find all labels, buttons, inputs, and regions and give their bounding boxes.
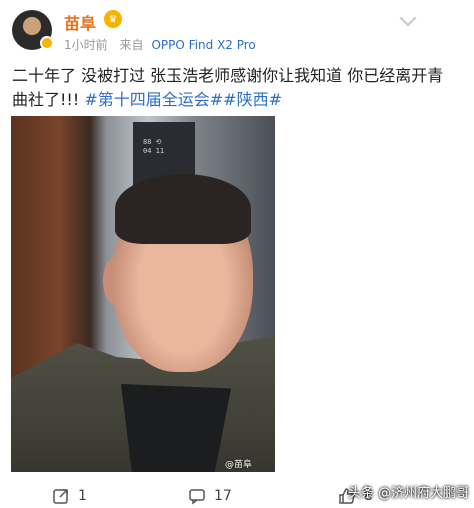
hashtag-shaanxi[interactable]: #陕西# bbox=[223, 90, 282, 109]
hashtag-national-games[interactable]: #第十四届全运会# bbox=[84, 90, 223, 109]
shirt bbox=[121, 384, 231, 472]
photo-watermark: @苗阜 bbox=[225, 460, 253, 470]
repost-button[interactable]: 1 bbox=[52, 487, 87, 505]
post-photo[interactable]: 88 ⟲ 04 11 bbox=[11, 116, 275, 472]
repost-icon bbox=[53, 489, 68, 504]
post-meta: 1小时前 来自 OPPO Find X2 Pro bbox=[64, 36, 264, 53]
hair bbox=[115, 174, 251, 244]
chevron-down-icon[interactable] bbox=[399, 9, 417, 27]
comment-count: 17 bbox=[214, 488, 232, 504]
author-name[interactable]: 苗阜 bbox=[64, 10, 96, 34]
comment-icon bbox=[189, 489, 205, 505]
post-header: 苗阜 ♛ 1小时前 来自 OPPO Find X2 Pro bbox=[0, 0, 474, 60]
comment-button[interactable]: 17 bbox=[188, 487, 232, 505]
repost-count: 1 bbox=[78, 488, 87, 504]
elevator-panel-text: 88 ⟲ 04 11 bbox=[143, 138, 165, 155]
post-time: 1小时前 bbox=[64, 38, 108, 52]
source-device: OPPO Find X2 Pro bbox=[151, 38, 256, 52]
post-text: 二十年了 没被打过 张玉浩老师感谢你让我知道 你已经离开青曲社了!!! #第十四… bbox=[12, 64, 452, 112]
verified-badge-icon bbox=[40, 36, 54, 50]
source-prefix: 来自 bbox=[119, 38, 144, 52]
platform-watermark: 头条 @济州府大鹏哥 bbox=[348, 486, 470, 501]
vip-crown-icon: ♛ bbox=[104, 10, 122, 28]
